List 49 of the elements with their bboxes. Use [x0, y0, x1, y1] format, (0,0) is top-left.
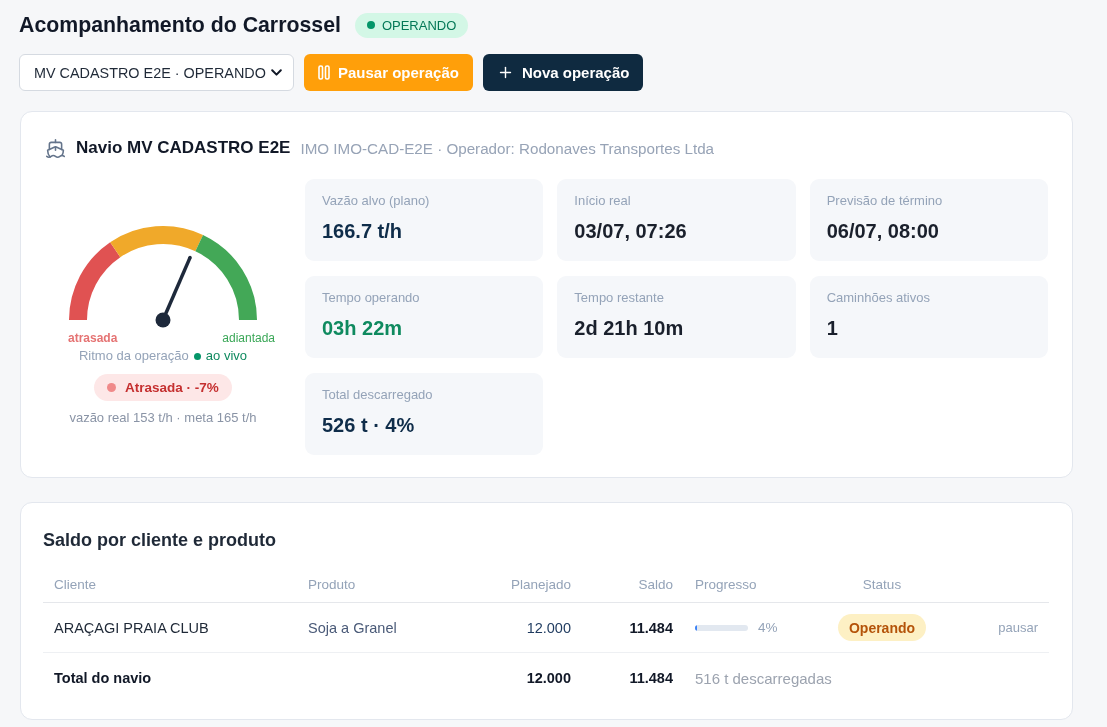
metric-value: 2d 21h 10m	[574, 316, 685, 340]
ship-title: Navio MV CADASTRO E2E	[76, 138, 291, 158]
ship-icon	[45, 137, 66, 159]
ship-subtitle: IMO IMO-CAD-E2E · Operador: Rodonaves Transportes Ltda	[300, 139, 715, 157]
flow-rate-note: vazão real 153 t/h · meta 165 t/h	[69, 411, 257, 425]
table-cell: 516 t descarregadas	[695, 669, 832, 687]
live-label: ao vivo	[205, 349, 247, 363]
metric-value: 526 t · 4%	[322, 413, 416, 437]
ship-select[interactable]: MV CADASTRO E2E · OPERANDO	[19, 54, 294, 91]
new-operation-button[interactable]: Nova operação	[482, 54, 644, 91]
gauge-caption: Ritmo da operação	[78, 349, 189, 363]
page-title: Acompanhamento do Carrossel	[19, 12, 341, 38]
metric-label: Vazão alvo (plano)	[322, 193, 431, 209]
metric-value: 03h 22m	[322, 316, 404, 340]
column-header: Status	[862, 577, 902, 592]
metric-label: Tempo restante	[574, 290, 665, 306]
status-badge: Operando	[837, 614, 927, 641]
column-header: Cliente	[54, 577, 97, 592]
column-header: Saldo	[638, 577, 673, 592]
gauge-low-label: atrasada	[68, 331, 118, 345]
metric-label: Previsão de término	[826, 193, 944, 209]
metric-label: Total descarregado	[322, 387, 434, 403]
pause-icon	[318, 65, 330, 80]
progress-reading: 4%	[758, 620, 778, 635]
chevron-down-icon	[271, 69, 282, 76]
gauge-high-label: adiantada	[222, 331, 275, 345]
metric-label: Caminhões ativos	[826, 290, 931, 306]
table-title: Saldo por cliente e produto	[43, 529, 277, 551]
column-header: Planejado	[510, 577, 571, 592]
column-header: Progresso	[695, 577, 757, 592]
metric-label: Início real	[574, 193, 632, 209]
table-cell: 11.484	[629, 670, 673, 686]
column-header: Produto	[308, 577, 356, 592]
table-cell: Soja a Granel	[308, 619, 397, 636]
metric-label: Tempo operando	[322, 290, 421, 306]
table-cell: ARAÇAGI PRAIA CLUB	[54, 619, 209, 636]
metric-value: 1	[826, 316, 839, 340]
metric-value: 06/07, 08:00	[826, 219, 940, 243]
table-cell: 12.000	[526, 619, 571, 636]
status-badge: OPERANDO	[354, 12, 469, 38]
table-cell: 12.000	[526, 670, 571, 686]
metric-value: 03/07, 07:26	[574, 219, 688, 243]
live-dot-icon	[193, 352, 201, 360]
pace-status-badge: Atrasada · -7%	[94, 374, 232, 401]
metric-value: 166.7 t/h	[322, 219, 404, 243]
table-cell: 11.484	[629, 619, 673, 636]
total-label: Total do navio	[54, 670, 152, 686]
status-dot-icon	[107, 383, 117, 392]
status-dot-icon	[366, 21, 375, 29]
